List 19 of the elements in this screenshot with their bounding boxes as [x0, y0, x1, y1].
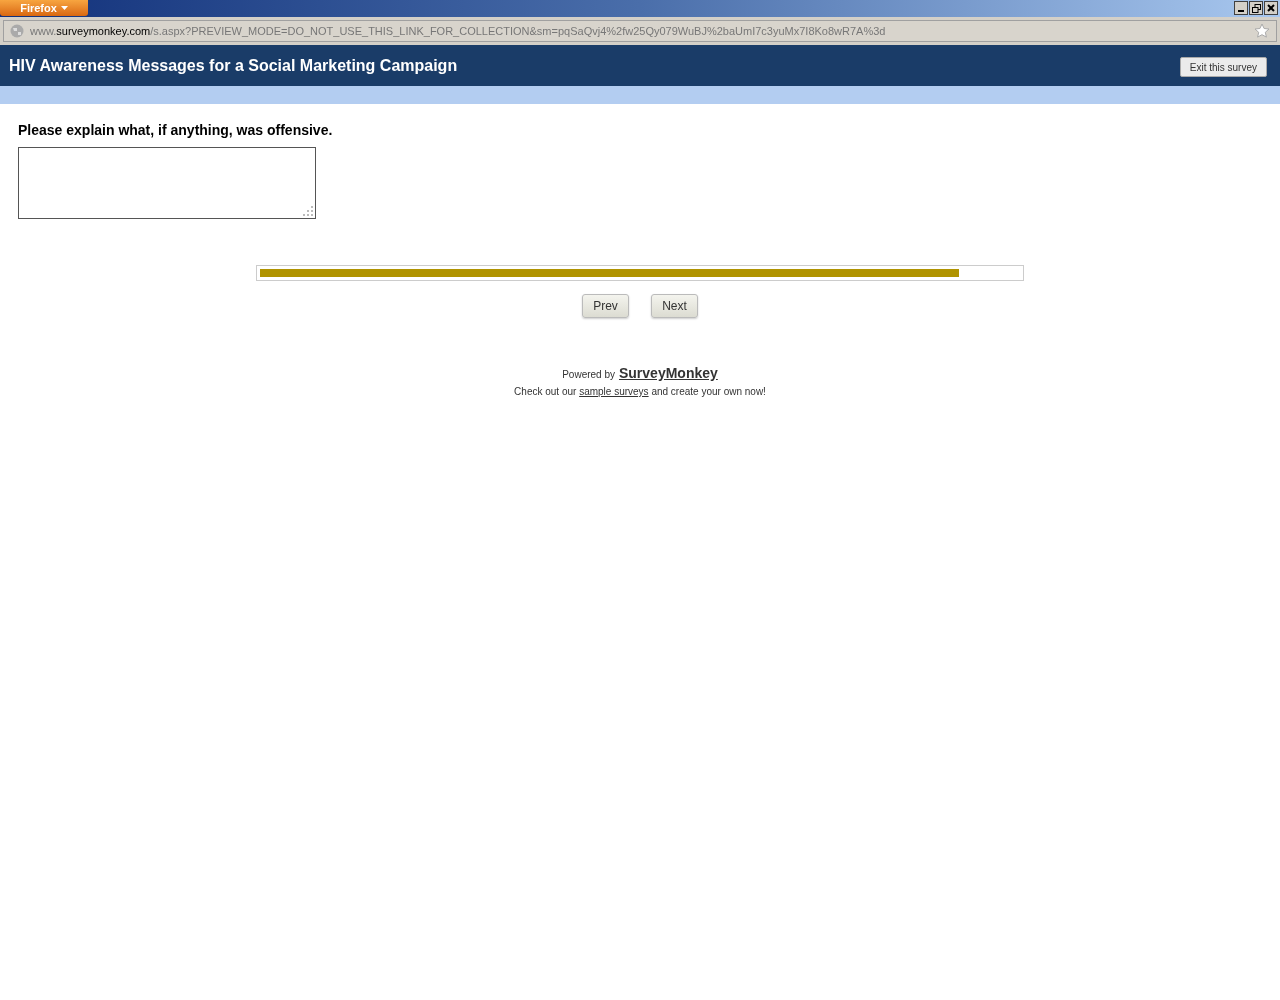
- globe-icon: [10, 24, 24, 38]
- powered-by-text: Powered by: [562, 368, 615, 382]
- nav-button[interactable]: Prev: [582, 294, 629, 318]
- close-button[interactable]: [1264, 1, 1278, 15]
- question-text: Please explain what, if anything, was offensive.: [18, 121, 334, 140]
- restore-button[interactable]: [1249, 1, 1263, 15]
- answer-box[interactable]: [18, 147, 316, 219]
- star-icon[interactable]: [1254, 23, 1270, 39]
- minimize-button[interactable]: [1234, 1, 1248, 15]
- surveymonkey-link[interactable]: SurveyMonkey: [619, 363, 718, 384]
- resize-grip-icon: [303, 206, 313, 216]
- address-bar[interactable]: www.surveymonkey.com/s.aspx?PREVIEW_MODE=DO_NOT_USE_THIS_LINK_FOR_COLLECTION&sm=pqSaQvj4%2fw25Qy079WuBJ%2baUmI7c3yuMx7I8Ko8wR7A%3d: [3, 20, 1277, 42]
- footer-text: Check out our sample surveys and create your own now!: [514, 385, 766, 399]
- url-text: www.surveymonkey.com/s.aspx?PREVIEW_MODE=DO_NOT_USE_THIS_LINK_FOR_COLLECTION&sm=pqSaQvj4%2fw25Qy079WuBJ%2baUmI7c3yuMx7I8Ko8wR7A%3d: [30, 23, 887, 39]
- nav-button[interactable]: Next: [651, 294, 698, 318]
- exit-survey-button[interactable]: Exit this survey: [1179, 57, 1267, 77]
- survey-title: HIV Awareness Messages for a Social Marketing Campaign: [9, 55, 458, 76]
- sample-surveys-link[interactable]: sample surveys: [579, 386, 649, 397]
- caret-icon: [60, 6, 68, 10]
